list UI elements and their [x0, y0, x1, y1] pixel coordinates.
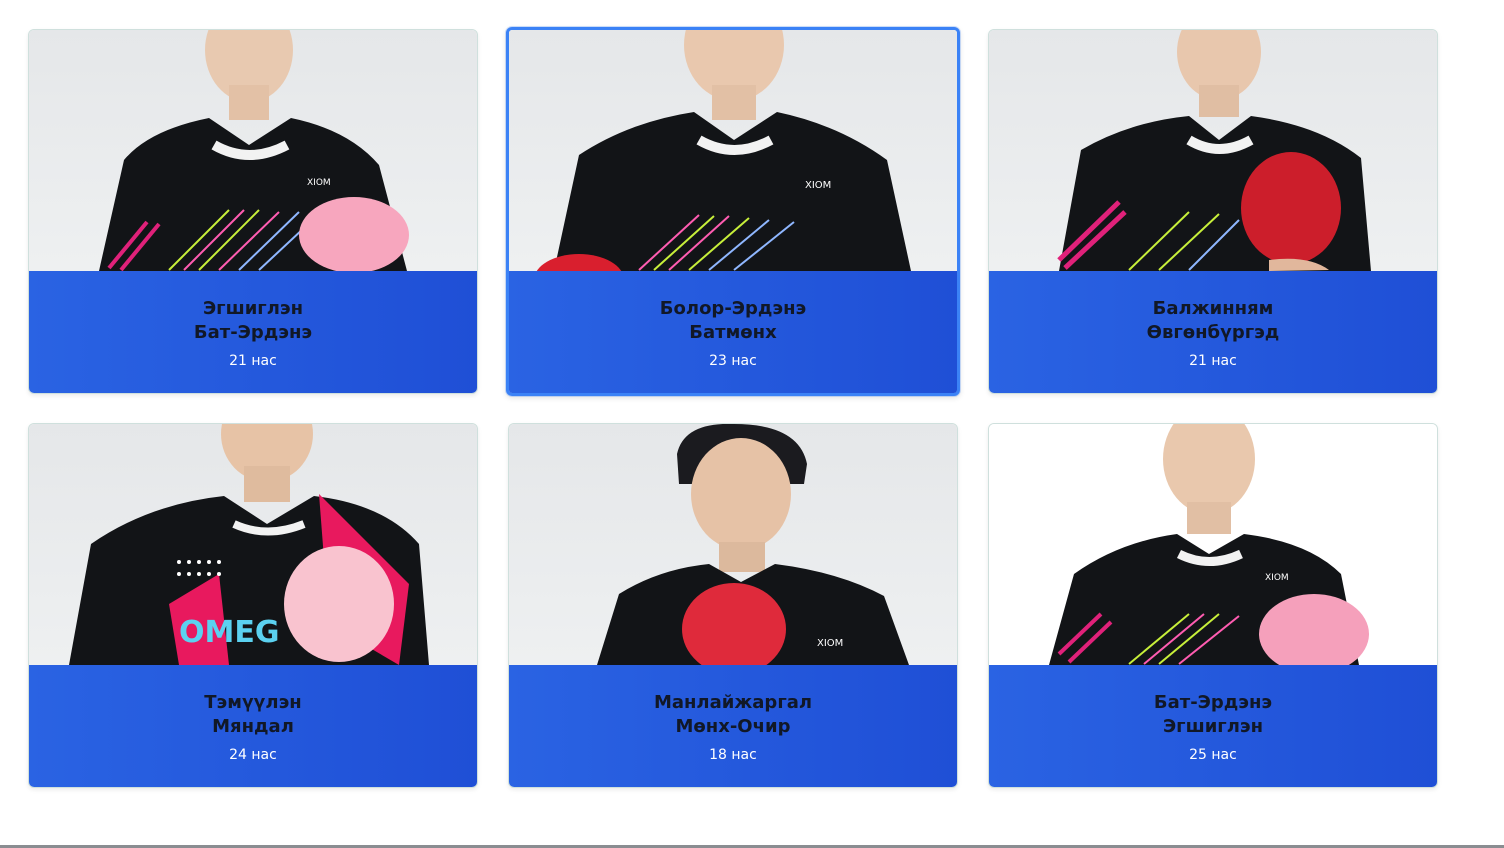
svg-text:XIOM: XIOM — [307, 178, 331, 188]
player-age: 23 нас — [709, 353, 757, 369]
svg-text:XIOM: XIOM — [1265, 573, 1289, 583]
player-photo: XIOM — [509, 424, 957, 665]
player-photo: OMEG — [29, 424, 477, 665]
player-card[interactable]: OMEG Тэмүүлэн Мяндал 24 нас — [28, 423, 478, 788]
player-last-name: Мөнх-Очир — [675, 716, 791, 737]
player-last-name: Батмөнх — [689, 322, 777, 343]
player-first-name: Манлайжаргал — [653, 692, 813, 713]
player-card-selected[interactable]: XIOM Болор-Эрдэнэ Батмөнх 23 нас — [506, 27, 960, 396]
player-info: Болор-Эрдэнэ Батмөнх 23 нас — [509, 271, 957, 393]
player-last-name: Бат-Эрдэнэ — [193, 322, 313, 343]
player-last-name: Өвгөнбүргэд — [1146, 322, 1280, 343]
player-first-name: Тэмүүлэн — [204, 692, 302, 713]
player-card[interactable]: XIOM Бат-Эрдэнэ Эгшиглэн 25 нас — [988, 423, 1438, 788]
player-card[interactable]: XIOM Эгшиглэн Бат-Эрдэнэ 21 нас — [28, 29, 478, 394]
table-tennis-paddle — [299, 197, 409, 271]
player-card[interactable]: XIOM Манлайжаргал Мөнх-Очир 18 нас — [508, 423, 958, 788]
svg-text:OMEG: OMEG — [179, 615, 279, 650]
player-age: 18 нас — [709, 747, 757, 763]
player-grid: XIOM Эгшиглэн Бат-Эрдэнэ 21 нас XIOM Бол… — [28, 27, 1438, 788]
player-photo: XIOM — [29, 30, 477, 271]
player-info: Эгшиглэн Бат-Эрдэнэ 21 нас — [29, 271, 477, 393]
player-photo: XIOM — [509, 30, 957, 271]
player-first-name: Болор-Эрдэнэ — [659, 298, 807, 319]
table-tennis-paddle — [284, 546, 394, 662]
player-age: 21 нас — [1189, 353, 1237, 369]
player-last-name: Мяндал — [212, 716, 294, 737]
player-first-name: Балжинням — [1152, 298, 1274, 319]
player-age: 21 нас — [229, 353, 277, 369]
player-card[interactable]: Балжинням Өвгөнбүргэд 21 нас — [988, 29, 1438, 394]
player-photo: XIOM — [989, 424, 1437, 665]
svg-text:XIOM: XIOM — [805, 180, 831, 191]
player-info: Балжинням Өвгөнбүргэд 21 нас — [989, 271, 1437, 393]
player-first-name: Бат-Эрдэнэ — [1153, 692, 1273, 713]
player-first-name: Эгшиглэн — [202, 298, 304, 319]
player-last-name: Эгшиглэн — [1162, 716, 1264, 737]
player-age: 24 нас — [229, 747, 277, 763]
player-info: Тэмүүлэн Мяндал 24 нас — [29, 665, 477, 787]
player-info: Манлайжаргал Мөнх-Очир 18 нас — [509, 665, 957, 787]
player-photo — [989, 30, 1437, 271]
svg-text:XIOM: XIOM — [817, 638, 843, 649]
table-tennis-paddle — [1241, 152, 1341, 264]
player-age: 25 нас — [1189, 747, 1237, 763]
player-info: Бат-Эрдэнэ Эгшиглэн 25 нас — [989, 665, 1437, 787]
